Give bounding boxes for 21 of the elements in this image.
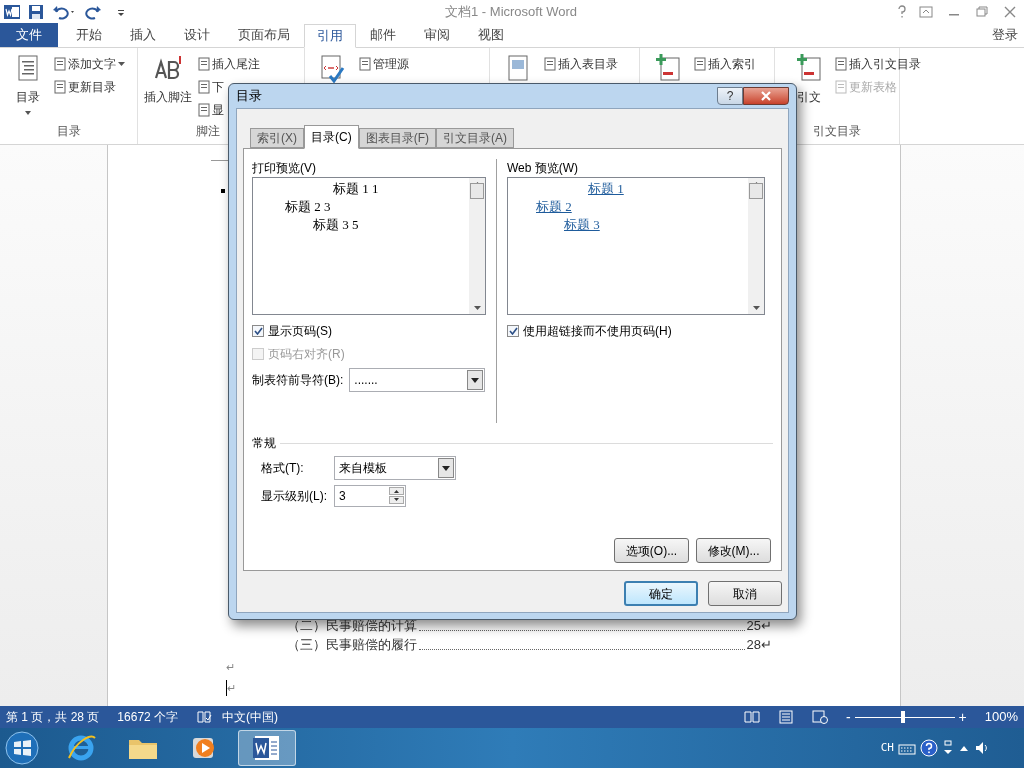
- toc-entry: （二）民事赔偿的计算: [287, 616, 417, 635]
- preview-entry: 标题 3 5: [312, 216, 360, 233]
- preview-entry: 标题 2 3: [284, 198, 332, 215]
- preview-label: Web 预览(W): [507, 160, 580, 177]
- group-label: 脚注: [196, 123, 220, 140]
- group-label: 目录: [56, 123, 81, 140]
- window-title: 文档1 - Microsoft Word: [444, 3, 578, 22]
- group-label: 引文目录: [813, 123, 861, 140]
- section-label: 常规: [252, 435, 276, 452]
- paragraph-mark: ↵: [226, 659, 235, 675]
- checkbox: 页码右对齐(R): [252, 342, 486, 365]
- field-label: 格式(T):: [261, 460, 305, 477]
- page-number: 28↵: [746, 635, 772, 654]
- page-number: 25↵: [746, 616, 772, 635]
- preview-entry: 标题 1 1: [332, 180, 380, 197]
- paragraph-mark: ↵: [227, 680, 236, 696]
- dialog-title: 目录: [236, 87, 262, 106]
- toc-entry: （三）民事赔偿的履行: [287, 635, 417, 654]
- preview-label: 打印预览(V): [252, 160, 317, 177]
- field-label: 制表符前导符(B):: [252, 372, 344, 389]
- field-label: 显示级别(L):: [261, 488, 328, 505]
